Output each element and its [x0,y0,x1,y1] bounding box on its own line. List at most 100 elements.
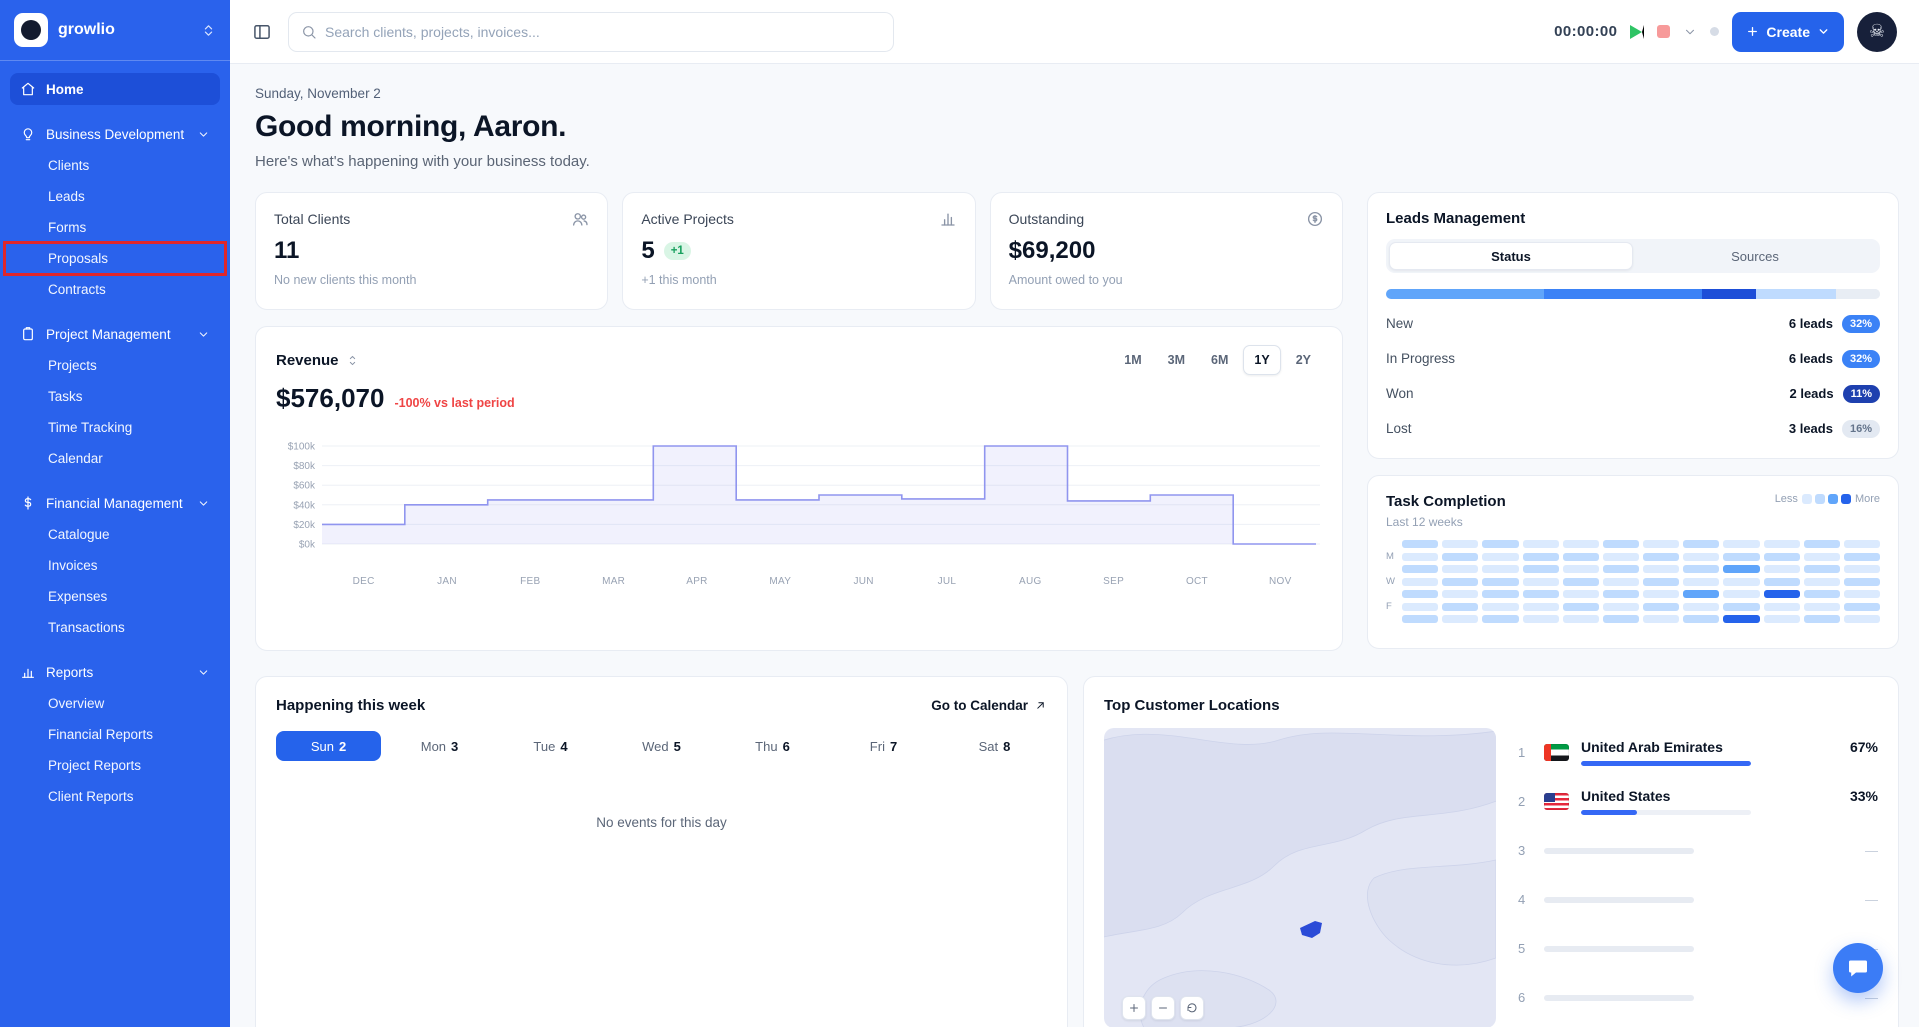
heatmap-cell [1804,603,1840,611]
go-to-calendar-link[interactable]: Go to Calendar [931,698,1047,713]
heatmap-cell [1402,553,1438,561]
current-date: Sunday, November 2 [255,86,1899,101]
day-tab-wed-5[interactable]: Wed 5 [609,731,714,761]
heatmap-cell [1764,603,1800,611]
placeholder-value: — [1865,892,1878,907]
user-avatar[interactable]: ☠ [1857,12,1897,52]
sidebar-section-business-development[interactable]: Business Development [10,118,220,150]
stat-note: No new clients this month [274,273,589,287]
heatmap-cell [1563,540,1599,548]
sidebar-item-tasks[interactable]: Tasks [10,381,220,412]
sidebar-item-project-reports[interactable]: Project Reports [10,750,220,781]
sidebar-item-overview[interactable]: Overview [10,688,220,719]
leads-bar-segment [1544,289,1702,299]
timer-play-button[interactable] [1630,25,1644,39]
sidebar-item-catalogue[interactable]: Catalogue [10,519,220,550]
heatmap-cell [1804,578,1840,586]
sidebar-item-transactions[interactable]: Transactions [10,612,220,643]
sidebar-item-proposals[interactable]: Proposals [10,243,220,274]
day-tab-mon-3[interactable]: Mon 3 [387,731,492,761]
happening-this-week-card: Happening this week Go to Calendar Sun 2… [255,676,1068,1027]
day-tab-thu-6[interactable]: Thu 6 [720,731,825,761]
leads-tab-status[interactable]: Status [1389,242,1633,270]
sidebar-item-expenses[interactable]: Expenses [10,581,220,612]
sidebar-item-forms[interactable]: Forms [10,212,220,243]
legend-swatch [1828,494,1838,504]
sidebar-toggle-button[interactable] [252,22,272,42]
stat-card-active-projects: Active Projects 5+1 +1 this month [622,192,975,310]
create-button[interactable]: Create [1732,12,1844,52]
heatmap-cell [1603,553,1639,561]
leads-tab-sources[interactable]: Sources [1633,242,1877,270]
heatmap-cell [1804,590,1840,598]
x-axis-label: DEC [322,576,405,587]
map-reset-button[interactable] [1180,996,1204,1020]
svg-text:$0k: $0k [299,540,316,551]
day-tab-sat-8[interactable]: Sat 8 [942,731,1047,761]
range-button-1y[interactable]: 1Y [1243,345,1280,375]
heatmap-cell [1723,615,1759,623]
lead-pct-badge: 11% [1843,385,1880,403]
sidebar-item-clients[interactable]: Clients [10,150,220,181]
revenue-value: $576,070 [276,383,384,414]
chat-widget-button[interactable] [1833,943,1883,993]
day-tab-sun-2[interactable]: Sun 2 [276,731,381,761]
sidebar-item-home[interactable]: Home [10,73,220,105]
heatmap-cell [1683,553,1719,561]
main-area: 00:00:00 Create ☠ Sunday, November 2 Goo… [230,0,1919,1027]
zoom-in-button[interactable] [1122,996,1146,1020]
range-button-1m[interactable]: 1M [1113,345,1152,375]
heatmap-cell [1402,578,1438,586]
chevron-down-icon[interactable] [1683,25,1697,39]
sidebar-item-projects[interactable]: Projects [10,350,220,381]
svg-text:$100k: $100k [288,442,316,453]
revenue-chart: $100k$80k$60k$40k$20k$0k [276,438,1322,572]
search-icon [301,24,317,40]
range-button-3m[interactable]: 3M [1157,345,1196,375]
range-button-2y[interactable]: 2Y [1285,345,1322,375]
sidebar-section-financial-management[interactable]: Financial Management [10,487,220,519]
timer-stop-button[interactable] [1657,25,1670,38]
heatmap-cell [1844,615,1880,623]
heatmap-cell [1563,615,1599,623]
clients-icon [571,210,589,228]
lead-row-lost: Lost 3 leads 16% [1386,411,1880,446]
day-tab-fri-7[interactable]: Fri 7 [831,731,936,761]
day-tab-tue-4[interactable]: Tue 4 [498,731,603,761]
map-controls [1122,996,1204,1020]
heatmap-cell [1402,565,1438,573]
sidebar-item-financial-reports[interactable]: Financial Reports [10,719,220,750]
leads-rows: New 6 leads 32% In Progress 6 leads 32% … [1386,306,1880,446]
sidebar-item-time-tracking[interactable]: Time Tracking [10,412,220,443]
svg-text:$20k: $20k [293,520,316,531]
zoom-out-button[interactable] [1151,996,1175,1020]
leads-title: Leads Management [1386,210,1880,227]
heatmap-cell [1603,540,1639,548]
stat-value: 11 [274,237,299,265]
app-name: growlio [58,21,191,39]
revenue-title: Revenue [276,352,339,369]
heatmap-row [1386,565,1880,573]
sidebar-item-invoices[interactable]: Invoices [10,550,220,581]
sidebar-item-client-reports[interactable]: Client Reports [10,781,220,812]
heatmap-cell [1844,590,1880,598]
sort-icon[interactable] [346,354,359,367]
location-row-empty: 6 — [1518,973,1878,1022]
lead-row-won: Won 2 leads 11% [1386,376,1880,411]
x-axis-label: FEB [489,576,572,587]
sidebar-item-calendar[interactable]: Calendar [10,443,220,474]
sidebar-item-leads[interactable]: Leads [10,181,220,212]
bar-chart-icon [939,210,957,228]
world-map[interactable] [1104,728,1496,1027]
sidebar-section-reports[interactable]: Reports [10,656,220,688]
location-row-united-arab-emirates: 1 United Arab Emirates67% [1518,728,1878,777]
range-button-6m[interactable]: 6M [1200,345,1239,375]
sidebar-item-contracts[interactable]: Contracts [10,274,220,305]
heatmap-cell [1804,565,1840,573]
chevron-down-icon [1817,25,1830,38]
flag-canton [1544,793,1555,802]
sidebar-section-project-management[interactable]: Project Management [10,318,220,350]
workspace-switcher[interactable]: growlio [0,0,230,60]
lead-pct-badge: 32% [1842,350,1880,368]
search-input[interactable] [325,24,881,40]
